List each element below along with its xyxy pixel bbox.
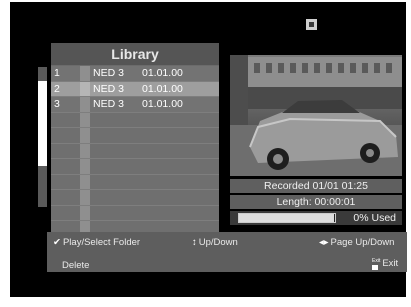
usage-meter-fill	[239, 214, 335, 222]
row-divider	[80, 112, 90, 127]
recording-row[interactable]: 3 NED 3 01.01.00	[51, 97, 219, 113]
help-page: ◂▸ Page Up/Down	[319, 237, 394, 248]
empty-row	[51, 174, 219, 190]
row-number: 1	[54, 67, 60, 79]
disk-usage: 0% Used	[230, 211, 402, 225]
scrollbar-thumb[interactable]	[38, 80, 47, 166]
empty-row	[51, 205, 219, 221]
row-divider	[80, 174, 90, 189]
up-down-arrows-icon: ↕	[192, 237, 197, 248]
row-date: 01.01.00	[142, 98, 183, 110]
recording-row[interactable]: 1 NED 3 01.01.00	[51, 66, 219, 82]
row-divider	[80, 143, 90, 158]
row-divider	[80, 128, 90, 143]
row-number: 3	[54, 98, 60, 110]
recorded-info: Recorded 01/01 01:25	[230, 179, 402, 193]
row-title: NED 3	[93, 82, 124, 95]
help-delete-label: Delete	[62, 260, 90, 271]
row-date: 01.01.00	[142, 67, 183, 79]
library-panel: Library 1 NED 3 01.01.00 2 NED 3 01.01.00 3 NED…	[51, 43, 219, 252]
row-divider	[80, 97, 90, 112]
stop-icon	[306, 19, 317, 30]
help-play: ✔ Play/Select Folder	[53, 237, 140, 248]
recording-list: 1 NED 3 01.01.00 2 NED 3 01.01.00 3 NED 3 01.01.…	[51, 66, 219, 252]
usage-text: 0% Used	[353, 212, 396, 224]
help-bar: ✔ Play/Select Folder ↕ Up/Down ◂▸ Page Up/D…	[47, 232, 407, 272]
row-divider	[80, 205, 90, 220]
check-icon: ✔	[53, 237, 61, 248]
row-divider	[80, 159, 90, 174]
usage-meter	[238, 213, 336, 223]
library-title: Library	[51, 43, 219, 65]
row-number: 2	[54, 82, 60, 95]
row-date: 01.01.00	[142, 82, 183, 95]
exit-key-icon: Exit	[372, 259, 380, 270]
empty-row	[51, 128, 219, 144]
help-play-label: Play/Select Folder	[62, 237, 141, 248]
length-info: Length: 00:00:01	[230, 195, 402, 209]
empty-row	[51, 143, 219, 159]
left-right-arrows-icon: ◂▸	[319, 237, 329, 248]
row-title: NED 3	[93, 67, 124, 79]
help-updown-label: Up/Down	[198, 237, 238, 248]
help-delete: Delete	[53, 260, 89, 271]
empty-row	[51, 159, 219, 175]
row-divider	[80, 81, 90, 96]
help-page-label: Page Up/Down	[330, 237, 395, 248]
video-preview	[230, 55, 402, 176]
recording-row[interactable]: 2 NED 3 01.01.00	[51, 81, 219, 97]
help-exit-label: Exit	[382, 258, 399, 269]
car-street-image	[230, 55, 402, 176]
row-title: NED 3	[93, 98, 124, 110]
color-key-icon	[53, 261, 60, 268]
help-updown: ↕ Up/Down	[192, 237, 238, 248]
empty-row	[51, 112, 219, 128]
row-divider	[80, 66, 90, 81]
tv-screen: Library 1 NED 3 01.01.00 2 NED 3 01.01.00 3 NED…	[10, 2, 407, 297]
scrollbar[interactable]	[38, 67, 47, 207]
help-exit: Exit Exit	[372, 258, 398, 269]
empty-row	[51, 190, 219, 206]
row-divider	[80, 190, 90, 205]
